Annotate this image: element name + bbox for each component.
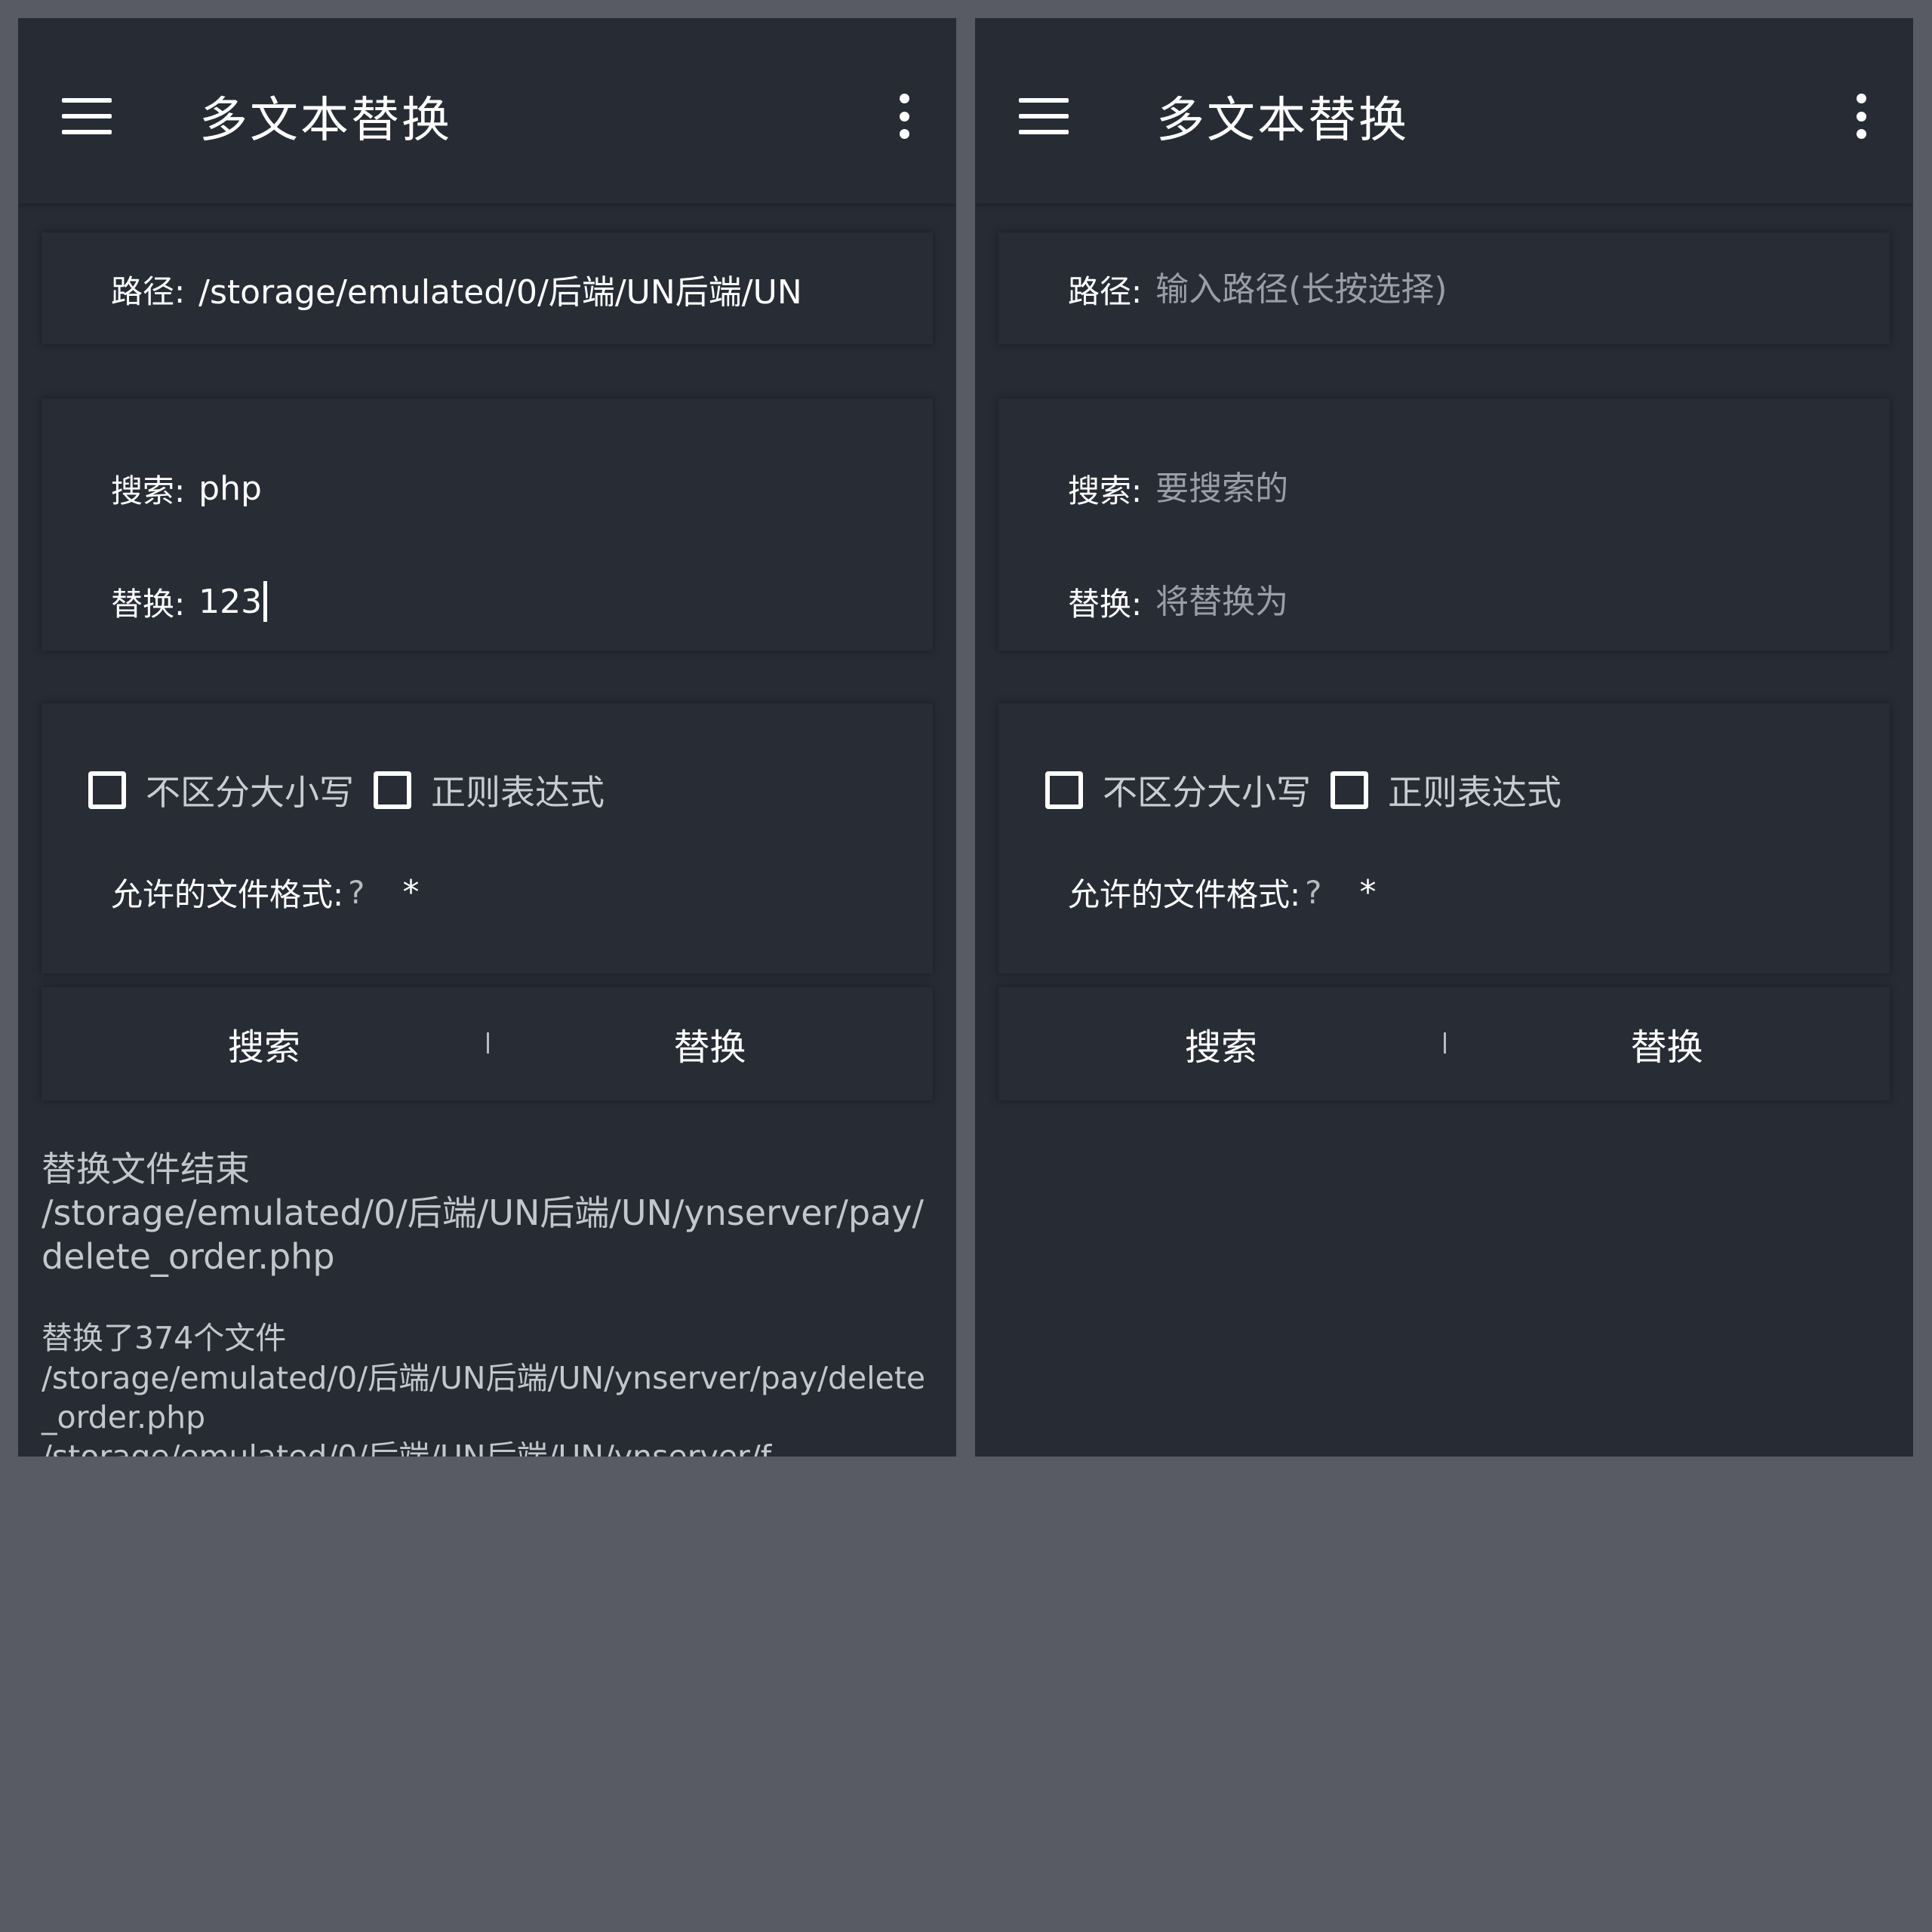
log-entry: 替换了374个文件 /storage/emulated/0/后端/UN后端/UN…: [42, 1318, 926, 1457]
options-card: 不区分大小写 正则表达式 允许的文件格式: ? *: [998, 703, 1890, 974]
file-format-help-icon[interactable]: ?: [348, 874, 365, 911]
log-entry: 替换文件结束 /storage/emulated/0/后端/UN后端/UN/yn…: [42, 1147, 926, 1278]
ignore-case-checkbox[interactable]: [1045, 771, 1083, 809]
actions-card: 搜索 替换: [998, 987, 1890, 1100]
hamburger-menu-icon[interactable]: [1019, 98, 1069, 134]
file-format-value[interactable]: *: [402, 873, 419, 912]
path-label: 路径:: [1068, 272, 1143, 310]
replace-button[interactable]: 替换: [487, 987, 933, 1100]
search-replace-card: 搜索: 替换:: [998, 398, 1890, 651]
ignore-case-label[interactable]: 不区分大小写: [1103, 765, 1311, 815]
replace-input[interactable]: [1155, 582, 1860, 621]
app-title: 多文本替换: [1156, 93, 1409, 149]
file-format-label: 允许的文件格式:: [1068, 876, 1301, 913]
path-input[interactable]: [1155, 269, 1860, 309]
path-input[interactable]: /storage/emulated/0/后端/UN后端/UN: [198, 265, 802, 313]
replace-input[interactable]: 123: [198, 581, 268, 622]
file-format-row: 允许的文件格式: ? *: [1068, 869, 1376, 915]
path-label: 路径:: [111, 272, 186, 310]
checkbox-row: 不区分大小写 正则表达式: [88, 765, 624, 815]
hamburger-menu-icon[interactable]: [62, 98, 112, 134]
more-options-icon[interactable]: [1856, 94, 1866, 139]
file-format-row: 允许的文件格式: ? *: [111, 869, 419, 915]
search-input[interactable]: [1155, 469, 1860, 508]
search-label: 搜索:: [1068, 472, 1143, 509]
search-input[interactable]: php: [198, 469, 262, 508]
replace-label: 替换:: [111, 585, 186, 623]
path-card: 路径: /storage/emulated/0/后端/UN后端/UN: [42, 232, 933, 344]
file-format-help-icon[interactable]: ?: [1305, 874, 1321, 911]
path-value: /storage/emulated/0/后端/UN后端/UN: [198, 273, 802, 312]
replace-field: 替换: 123: [111, 575, 903, 628]
path-field: 路径: /storage/emulated/0/后端/UN后端/UN: [111, 263, 903, 315]
search-value: php: [198, 469, 262, 508]
replace-label: 替换:: [1068, 585, 1143, 623]
path-field: 路径:: [1068, 263, 1860, 315]
log-heading: 替换文件结束: [42, 1149, 250, 1189]
replace-field: 替换:: [1068, 575, 1860, 628]
search-button[interactable]: 搜索: [998, 987, 1444, 1100]
search-button[interactable]: 搜索: [42, 987, 487, 1100]
search-field: 搜索: php: [111, 462, 903, 515]
app-title: 多文本替换: [199, 93, 452, 149]
path-card: 路径:: [998, 232, 1890, 344]
replace-button[interactable]: 替换: [1444, 987, 1890, 1100]
app-bar: 多文本替换: [975, 18, 1913, 204]
checkbox-row: 不区分大小写 正则表达式: [1045, 765, 1581, 815]
phone-screen-left: 多文本替换 路径: /storage/emulated/0/后端/UN后端/UN…: [18, 18, 956, 1457]
more-options-icon[interactable]: [899, 94, 909, 139]
search-label: 搜索:: [111, 472, 186, 509]
regex-checkbox[interactable]: [374, 771, 411, 809]
log-heading: 替换了374个文件: [42, 1320, 287, 1356]
ignore-case-label[interactable]: 不区分大小写: [146, 765, 354, 815]
regex-label[interactable]: 正则表达式: [431, 765, 605, 815]
regex-checkbox[interactable]: [1331, 771, 1368, 809]
actions-card: 搜索 替换: [42, 987, 933, 1100]
file-format-label: 允许的文件格式:: [111, 876, 344, 913]
regex-label[interactable]: 正则表达式: [1388, 765, 1561, 815]
search-replace-card: 搜索: php 替换: 123: [42, 398, 933, 651]
phone-screen-right: 多文本替换 路径: 搜索: 替换: 不区分大小写 正则表达式 允许的文件格式: …: [975, 18, 1913, 1457]
ignore-case-checkbox[interactable]: [88, 771, 126, 809]
log-body: /storage/emulated/0/后端/UN后端/UN/ynserver/…: [42, 1360, 926, 1457]
replace-value: 123: [198, 582, 263, 621]
text-cursor: [263, 581, 268, 622]
search-field: 搜索:: [1068, 462, 1860, 515]
options-card: 不区分大小写 正则表达式 允许的文件格式: ? *: [42, 703, 933, 974]
log-body: /storage/emulated/0/后端/UN后端/UN/ynserver/…: [42, 1192, 924, 1277]
file-format-value[interactable]: *: [1359, 873, 1376, 912]
app-bar: 多文本替换: [18, 18, 956, 204]
